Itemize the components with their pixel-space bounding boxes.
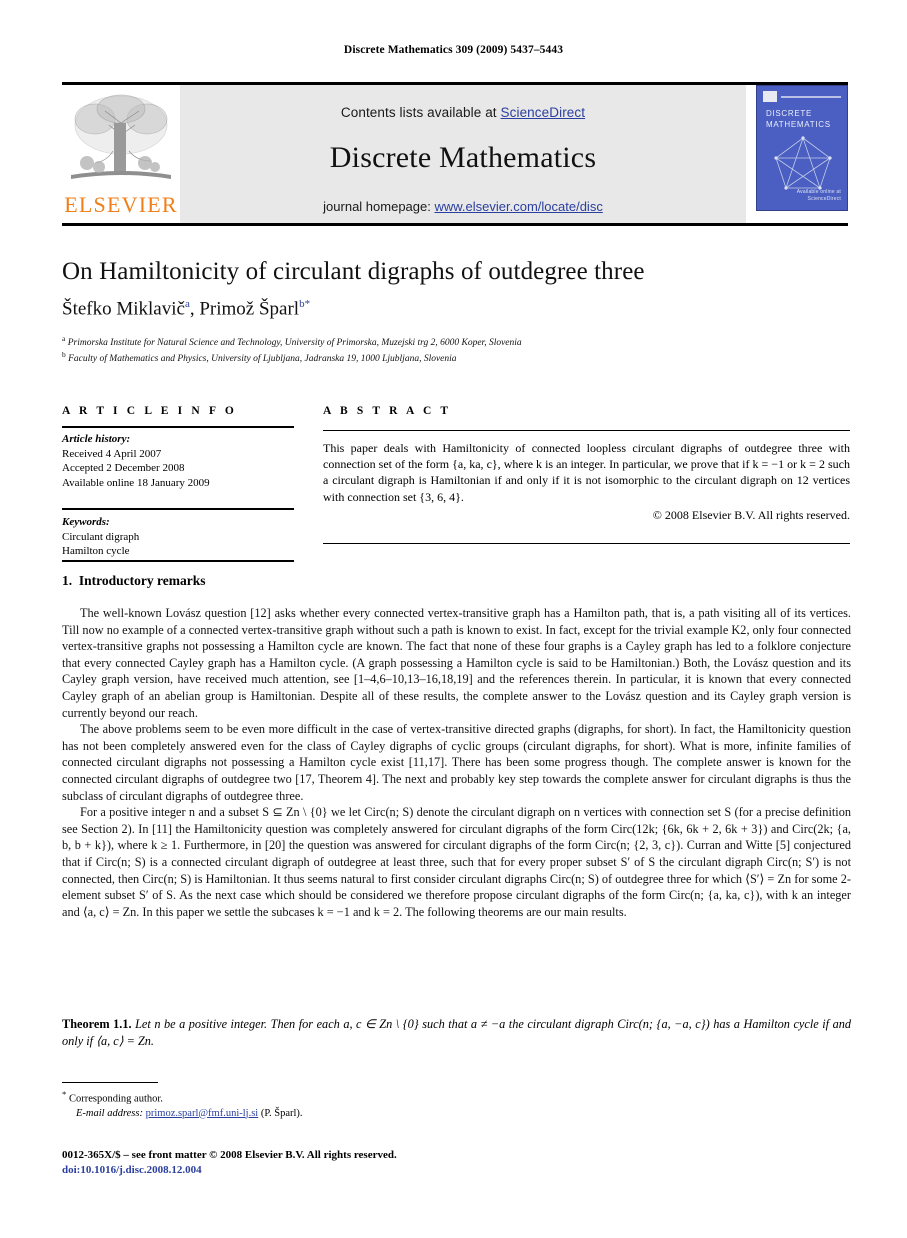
abstract-rule-bottom	[323, 543, 850, 544]
affiliation-a-text: Primorska Institute for Natural Science …	[67, 338, 522, 349]
cover-title: DISCRETE MATHEMATICS	[766, 108, 831, 130]
section-heading: 1. Introductory remarks	[62, 573, 206, 589]
doi-link[interactable]: doi:10.1016/j.disc.2008.12.004	[62, 1163, 762, 1178]
section-title: Introductory remarks	[78, 573, 206, 588]
cover-footer-line2: ScienceDirect	[807, 196, 841, 202]
sciencedirect-link[interactable]: ScienceDirect	[501, 105, 586, 120]
affiliation-a-marker: a	[62, 334, 66, 343]
author-1-name: Štefko Miklavič	[62, 298, 185, 320]
front-matter-block: 0012-365X/$ – see front matter © 2008 El…	[62, 1148, 762, 1177]
cover-pentagram-icon	[774, 136, 832, 190]
info-rule-mid	[62, 508, 294, 510]
paragraph-1: The well-known Lovász question [12] asks…	[62, 606, 851, 720]
article-info-heading: A R T I C L E I N F O	[62, 405, 237, 417]
article-available-online: Available online 18 January 2009	[62, 476, 210, 489]
affiliation-b-text: Faculty of Mathematics and Physics, Univ…	[68, 354, 457, 365]
author-separator: ,	[189, 298, 200, 320]
keywords-block: Keywords: Circulant digraph Hamilton cyc…	[62, 515, 294, 559]
masthead-bottom-rule	[62, 223, 848, 226]
section-number: 1.	[62, 573, 73, 588]
cover-top-strip	[763, 91, 841, 102]
theorem-1-1: Theorem 1.1. Let n be a positive integer…	[62, 1016, 851, 1049]
cover-top-line	[781, 95, 841, 98]
journal-cover-thumbnail[interactable]: DISCRETE MATHEMATICS Available online at…	[756, 85, 848, 211]
email-note: E-mail address: primoz.sparl@fmf.uni-lj.…	[62, 1107, 662, 1121]
info-rule-top	[62, 426, 294, 428]
abstract-block: This paper deals with Hamiltonicity of c…	[323, 440, 850, 523]
author-2-name: Primož Šparl	[199, 298, 300, 320]
email-label: E-mail address:	[76, 1107, 143, 1119]
journal-cover-wrap: DISCRETE MATHEMATICS Available online at…	[746, 85, 848, 223]
author-list: Štefko Miklaviča, Primož Šparlb*	[62, 298, 852, 320]
page-title: On Hamiltonicity of circulant digraphs o…	[62, 258, 645, 285]
article-accepted: Accepted 2 December 2008	[62, 462, 185, 474]
paragraph-3: For a positive integer n and a subset S …	[62, 805, 851, 919]
corresponding-note-text: Corresponding author.	[69, 1093, 163, 1105]
affiliation-b: b Faculty of Mathematics and Physics, Un…	[62, 350, 852, 364]
article-history-block: Article history: Received 4 April 2007 A…	[62, 432, 294, 490]
cover-title-line1: DISCRETE	[766, 109, 813, 118]
masthead-body: ELSEVIER Contents lists available at Sci…	[62, 85, 848, 223]
body-text: The well-known Lovász question [12] asks…	[62, 605, 851, 920]
theorem-label: Theorem 1.1.	[62, 1017, 132, 1031]
keywords-label: Keywords:	[62, 516, 110, 528]
email-link[interactable]: primoz.sparl@fmf.uni-lj.si	[146, 1108, 259, 1119]
elsevier-wordmark: ELSEVIER	[64, 192, 178, 217]
corresponding-author-marker[interactable]: *	[305, 298, 311, 310]
elsevier-logo: ELSEVIER	[62, 85, 180, 223]
article-history-label: Article history:	[62, 433, 131, 445]
contents-line: Contents lists available at ScienceDirec…	[180, 85, 746, 120]
footnote-rule	[62, 1082, 158, 1083]
front-matter-line: 0012-365X/$ – see front matter © 2008 El…	[62, 1149, 397, 1161]
abstract-rule-top	[323, 430, 850, 431]
article-received: Received 4 April 2007	[62, 447, 162, 460]
corresponding-author-note: * Corresponding author.	[62, 1087, 662, 1107]
elsevier-tree-icon	[71, 94, 171, 179]
abstract-heading: A B S T R A C T	[323, 405, 452, 417]
cover-elsevier-badge	[763, 91, 777, 102]
keyword-item: Hamilton cycle	[62, 545, 130, 557]
affiliation-b-marker: b	[62, 350, 66, 359]
homepage-prefix: journal homepage:	[323, 199, 435, 214]
contents-prefix: Contents lists available at	[340, 105, 501, 120]
keyword-item: Circulant digraph	[62, 530, 140, 543]
journal-homepage-link[interactable]: www.elsevier.com/locate/disc	[434, 199, 602, 214]
journal-masthead: ELSEVIER Contents lists available at Sci…	[62, 82, 848, 226]
cover-sciencedirect-mark: Available online at ScienceDirect	[797, 189, 841, 203]
abstract-copyright: © 2008 Elsevier B.V. All rights reserved…	[652, 507, 850, 522]
running-head: Discrete Mathematics 309 (2009) 5437–544…	[343, 44, 564, 56]
paper-page: Discrete Mathematics 309 (2009) 5437–544…	[0, 0, 907, 1238]
footnote-block: * Corresponding author. E-mail address: …	[62, 1087, 662, 1121]
email-owner: (P. Šparl).	[260, 1107, 303, 1119]
paragraph-2: The above problems seem to be even more …	[62, 722, 851, 803]
masthead-center-band: Contents lists available at ScienceDirec…	[180, 85, 746, 223]
affiliation-a: a Primorska Institute for Natural Scienc…	[62, 334, 852, 348]
journal-title: Discrete Mathematics	[329, 141, 597, 174]
corresponding-note-marker: *	[62, 1089, 67, 1099]
abstract-text: This paper deals with Hamiltonicity of c…	[323, 441, 850, 504]
cover-footer-line1: Available online at	[796, 189, 841, 195]
theorem-text: Let n be a positive integer. Then for ea…	[62, 1017, 852, 1048]
info-rule-bottom	[62, 560, 294, 562]
journal-homepage-line: journal homepage: www.elsevier.com/locat…	[180, 199, 746, 214]
